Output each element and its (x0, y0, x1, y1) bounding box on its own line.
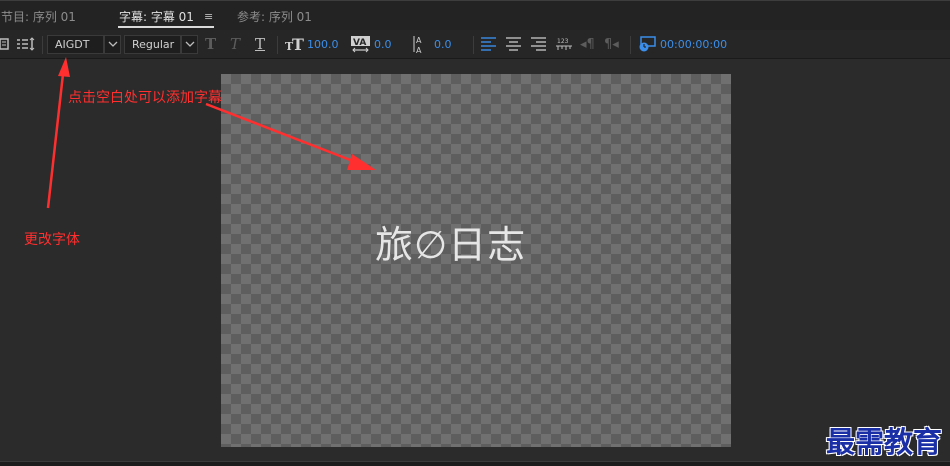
annotation-click-hint: 点击空白处可以添加字幕 (68, 90, 222, 106)
annotation-font-hint: 更改字体 (24, 232, 80, 248)
annotation-arrow-canvas (205, 102, 359, 165)
annotation-arrowhead-canvas (347, 154, 376, 170)
panel-bottom-edge (0, 461, 950, 466)
watermark-logo: 最需教育 (826, 425, 943, 459)
annotation-arrowhead-font (58, 57, 70, 77)
annotation-arrow-font (46, 73, 65, 209)
annotation-arrows (46, 57, 376, 209)
